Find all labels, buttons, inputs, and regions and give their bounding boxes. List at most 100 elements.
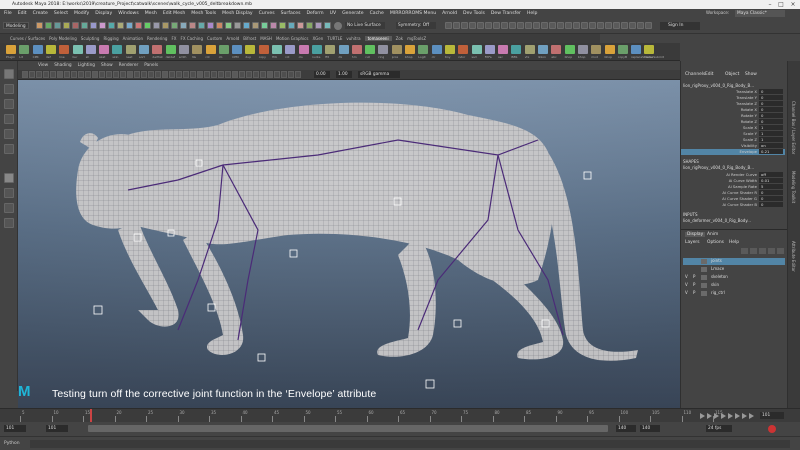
render-toolbar-icon[interactable] — [621, 22, 628, 29]
shelf-tool-icon[interactable] — [577, 45, 588, 54]
layer-tool-icon[interactable] — [759, 248, 766, 254]
time-slider[interactable]: 5 10 15 20 25 30 35 40 45 50 55 60 65 70 75 80 85 90 95 100… — [0, 408, 800, 423]
rotate-tool-icon[interactable] — [4, 129, 14, 139]
status-tool-icon[interactable] — [279, 22, 286, 29]
layer-menu-options[interactable]: Options — [707, 240, 724, 245]
attr-value[interactable]: on — [759, 143, 783, 148]
shelf-tool-icon[interactable] — [631, 45, 642, 54]
menu-set-dropdown[interactable]: Modeling — [3, 22, 29, 29]
status-tool-icon[interactable] — [81, 22, 88, 29]
viewport[interactable]: M Testing turn off the corrective joint … — [18, 80, 680, 408]
menu-generate[interactable]: Generate — [342, 11, 363, 16]
status-tool-icon[interactable] — [45, 22, 52, 29]
viewport-toolbar-icon[interactable] — [127, 71, 133, 78]
status-tool-icon[interactable] — [216, 22, 223, 29]
range-slider-bar[interactable] — [88, 425, 608, 432]
status-tool-icon[interactable] — [270, 22, 277, 29]
shelf-tool-icon[interactable] — [405, 45, 415, 54]
paint-select-tool-icon[interactable] — [4, 99, 14, 109]
layer-visibility[interactable]: V — [685, 282, 688, 287]
shelf-tool-icon[interactable] — [285, 45, 296, 54]
render-toolbar-icon[interactable] — [565, 22, 572, 29]
attr-value[interactable]: 0 — [759, 107, 783, 112]
move-tool-icon[interactable] — [4, 114, 14, 124]
shelf-tool-icon[interactable] — [431, 45, 442, 54]
render-toolbar-icon[interactable] — [589, 22, 596, 29]
render-toolbar-icon[interactable] — [525, 22, 532, 29]
sign-in-button[interactable]: Sign In — [660, 22, 700, 30]
status-tool-icon[interactable] — [126, 22, 133, 29]
attr-value[interactable]: 0 — [759, 119, 783, 124]
status-tool-icon[interactable] — [90, 22, 97, 29]
layer-tab-display[interactable]: Display — [685, 232, 706, 237]
menu-windows[interactable]: Windows — [118, 11, 139, 16]
viewport-toolbar-icon[interactable] — [22, 71, 28, 78]
viewport-toolbar-icon[interactable] — [288, 71, 294, 78]
attr-row-envelope[interactable]: Envelope 0.21 — [681, 149, 785, 155]
shelf-tab-tomaseeni[interactable]: tomaseeni — [364, 36, 392, 41]
shelf-tool-icon[interactable] — [458, 45, 469, 54]
menu-edit-mesh[interactable]: Edit Mesh — [163, 11, 185, 16]
viewport-toolbar-icon[interactable] — [29, 71, 35, 78]
layer-tool-icon[interactable] — [741, 248, 748, 254]
shelf-tool-icon[interactable] — [232, 45, 243, 54]
render-toolbar-icon[interactable] — [629, 22, 636, 29]
viewport-toolbar-icon[interactable] — [239, 71, 245, 78]
layer-visibility[interactable]: V — [685, 290, 688, 295]
shelf-tool-icon[interactable] — [218, 45, 229, 54]
attr-value[interactable]: 0 — [759, 89, 783, 94]
layout-icon[interactable] — [4, 203, 14, 213]
viewport-toolbar-icon[interactable] — [57, 71, 63, 78]
viewport-toolbar-icon[interactable] — [274, 71, 280, 78]
shelf-tab-xgen[interactable]: XGen — [312, 36, 323, 41]
layer-color-swatch[interactable] — [701, 283, 707, 288]
status-tool-icon[interactable] — [324, 22, 331, 29]
attr-value[interactable]: 0 — [759, 190, 783, 195]
exposure-field[interactable]: 0.00 — [314, 71, 330, 78]
shelf-tool-icon[interactable] — [498, 45, 509, 54]
viewport-toolbar-icon[interactable] — [113, 71, 119, 78]
panel-menu-shading[interactable]: Shading — [54, 63, 71, 68]
attr-value[interactable]: 0 — [759, 101, 783, 106]
viewport-toolbar-icon[interactable] — [99, 71, 105, 78]
status-tool-icon[interactable] — [180, 22, 187, 29]
status-tool-icon[interactable] — [288, 22, 295, 29]
shelf-tool-icon[interactable] — [112, 45, 123, 54]
layer-color-swatch[interactable] — [701, 259, 707, 264]
viewport-toolbar-icon[interactable] — [169, 71, 175, 78]
shelf-tool-icon[interactable] — [258, 45, 269, 54]
shelf-tool-icon[interactable] — [524, 45, 535, 54]
shelf-tab-animation[interactable]: Animation — [123, 36, 143, 41]
viewport-toolbar-icon[interactable] — [134, 71, 140, 78]
viewport-toolbar-icon[interactable] — [183, 71, 189, 78]
panel-menu-lighting[interactable]: Lighting — [78, 63, 95, 68]
viewport-toolbar-icon[interactable] — [85, 71, 91, 78]
status-tool-icon[interactable] — [108, 22, 115, 29]
viewport-toolbar-icon[interactable] — [281, 71, 287, 78]
menu-mesh-tools[interactable]: Mesh Tools — [191, 11, 216, 16]
viewport-toolbar-icon[interactable] — [176, 71, 182, 78]
status-tool-icon[interactable] — [99, 22, 106, 29]
channel-tab-object[interactable]: Object — [725, 72, 739, 77]
menu-mesh-display[interactable]: Mesh Display — [222, 11, 253, 16]
status-tool-icon[interactable] — [36, 22, 43, 29]
shelf-tool-icon[interactable] — [45, 45, 56, 54]
shelf-tab-poly-modeling[interactable]: Poly Modeling — [49, 36, 77, 41]
layer-tool-icon[interactable] — [750, 248, 757, 254]
layer-row-skeleton[interactable]: V Pskeleton — [683, 274, 785, 281]
shelf-tool-icon[interactable] — [85, 45, 96, 54]
shelf-tool-icon[interactable] — [365, 45, 376, 54]
layer-color-swatch[interactable] — [701, 291, 707, 296]
gamma-field[interactable]: 1.00 — [336, 71, 352, 78]
playback-end-field[interactable]: 140 — [616, 425, 636, 432]
viewport-toolbar-icon[interactable] — [267, 71, 273, 78]
render-toolbar-icon[interactable] — [581, 22, 588, 29]
status-tool-icon[interactable] — [54, 22, 61, 29]
status-tool-icon[interactable] — [261, 22, 268, 29]
viewport-toolbar-icon[interactable] — [218, 71, 224, 78]
render-toolbar-icon[interactable] — [549, 22, 556, 29]
shelf-tool-icon[interactable] — [484, 45, 495, 54]
maximize-icon[interactable]: □ — [776, 1, 786, 8]
shelf-tool-icon[interactable] — [617, 45, 628, 54]
status-tool-icon[interactable] — [117, 22, 124, 29]
